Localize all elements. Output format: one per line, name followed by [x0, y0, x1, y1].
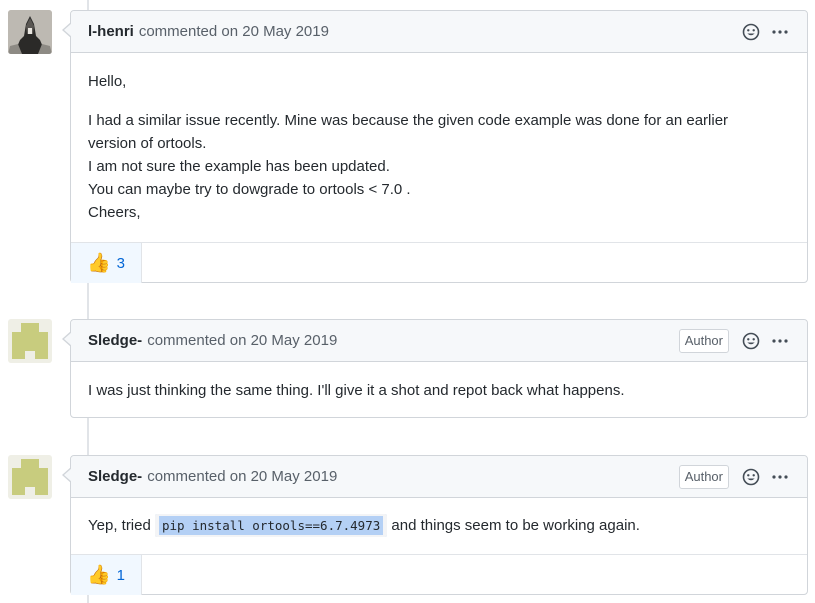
- avatar-image: [8, 10, 52, 54]
- reaction-count: 3: [116, 254, 126, 272]
- author-badge: Author: [678, 328, 729, 353]
- avatar-image: [8, 319, 52, 363]
- comment-header: l-henri commented on 20 May 2019: [71, 11, 807, 53]
- avatar-sledge[interactable]: [8, 455, 52, 499]
- inline-code: pip install ortools==6.7.4973: [155, 514, 388, 537]
- comment-card: Sledge- commented on 20 May 2019 Author …: [62, 319, 808, 418]
- reaction-thumbs-up[interactable]: 👍 1: [71, 555, 143, 595]
- smiley-icon[interactable]: [741, 22, 761, 42]
- thumbs-up-icon: 👍: [87, 251, 111, 274]
- comment-body: I was just thinking the same thing. I'll…: [71, 362, 807, 418]
- comment-line: You can maybe try to dowgrade to ortools…: [88, 181, 411, 198]
- smiley-icon[interactable]: [741, 331, 761, 351]
- reaction-count: 1: [116, 566, 126, 584]
- comment-timestamp[interactable]: commented on 20 May 2019: [147, 468, 337, 485]
- comment-text: and things seem to be working again.: [387, 517, 640, 534]
- kebab-horizontal-icon[interactable]: [770, 22, 790, 42]
- comment-author[interactable]: l-henri: [88, 23, 134, 40]
- comment-paragraph: Hello,: [88, 73, 127, 90]
- avatar-l-henri[interactable]: [8, 10, 52, 54]
- comment-line: I had a similar issue recently. Mine was…: [88, 112, 729, 129]
- reactions-bar: 👍 1: [71, 554, 807, 595]
- timeline-line: [87, 595, 89, 603]
- comment-line: I was just thinking the same thing. I'll…: [88, 382, 625, 399]
- comment-header: Sledge- commented on 20 May 2019 Author: [71, 456, 807, 498]
- comment-line: Yep, tried pip install ortools==6.7.4973…: [88, 514, 790, 537]
- comment-line: I am not sure the example has been updat…: [88, 158, 390, 175]
- kebab-horizontal-icon[interactable]: [770, 331, 790, 351]
- smiley-icon[interactable]: [741, 467, 761, 487]
- avatar-sledge[interactable]: [8, 319, 52, 363]
- comment-body: Yep, tried pip install ortools==6.7.4973…: [71, 498, 807, 554]
- comment-actions: Author: [678, 328, 790, 353]
- reaction-thumbs-up[interactable]: 👍 3: [71, 243, 143, 283]
- comment-line: Cheers,: [88, 204, 141, 221]
- comment-actions: [732, 22, 790, 42]
- comment-card: l-henri commented on 20 May 2019 Hello, …: [62, 10, 808, 283]
- comment-body: Hello, I had a similar issue recently. M…: [71, 53, 807, 242]
- timeline-line: [87, 0, 89, 10]
- comment-text: Yep, tried: [88, 517, 155, 534]
- comment-timestamp[interactable]: commented on 20 May 2019: [139, 23, 329, 40]
- comment-author[interactable]: Sledge-: [88, 468, 142, 485]
- avatar-image: [8, 455, 52, 499]
- author-badge: Author: [678, 464, 729, 489]
- timeline-line: [87, 418, 89, 455]
- comment-card: Sledge- commented on 20 May 2019 Author …: [62, 455, 808, 595]
- comment-author[interactable]: Sledge-: [88, 332, 142, 349]
- thumbs-up-icon: 👍: [87, 563, 111, 586]
- comment-timestamp[interactable]: commented on 20 May 2019: [147, 332, 337, 349]
- comment-line: version of ortools.: [88, 135, 207, 152]
- kebab-horizontal-icon[interactable]: [770, 467, 790, 487]
- comment-actions: Author: [678, 464, 790, 489]
- comment-header: Sledge- commented on 20 May 2019 Author: [71, 320, 807, 362]
- timeline-line: [87, 283, 89, 319]
- reactions-bar: 👍 3: [71, 242, 807, 283]
